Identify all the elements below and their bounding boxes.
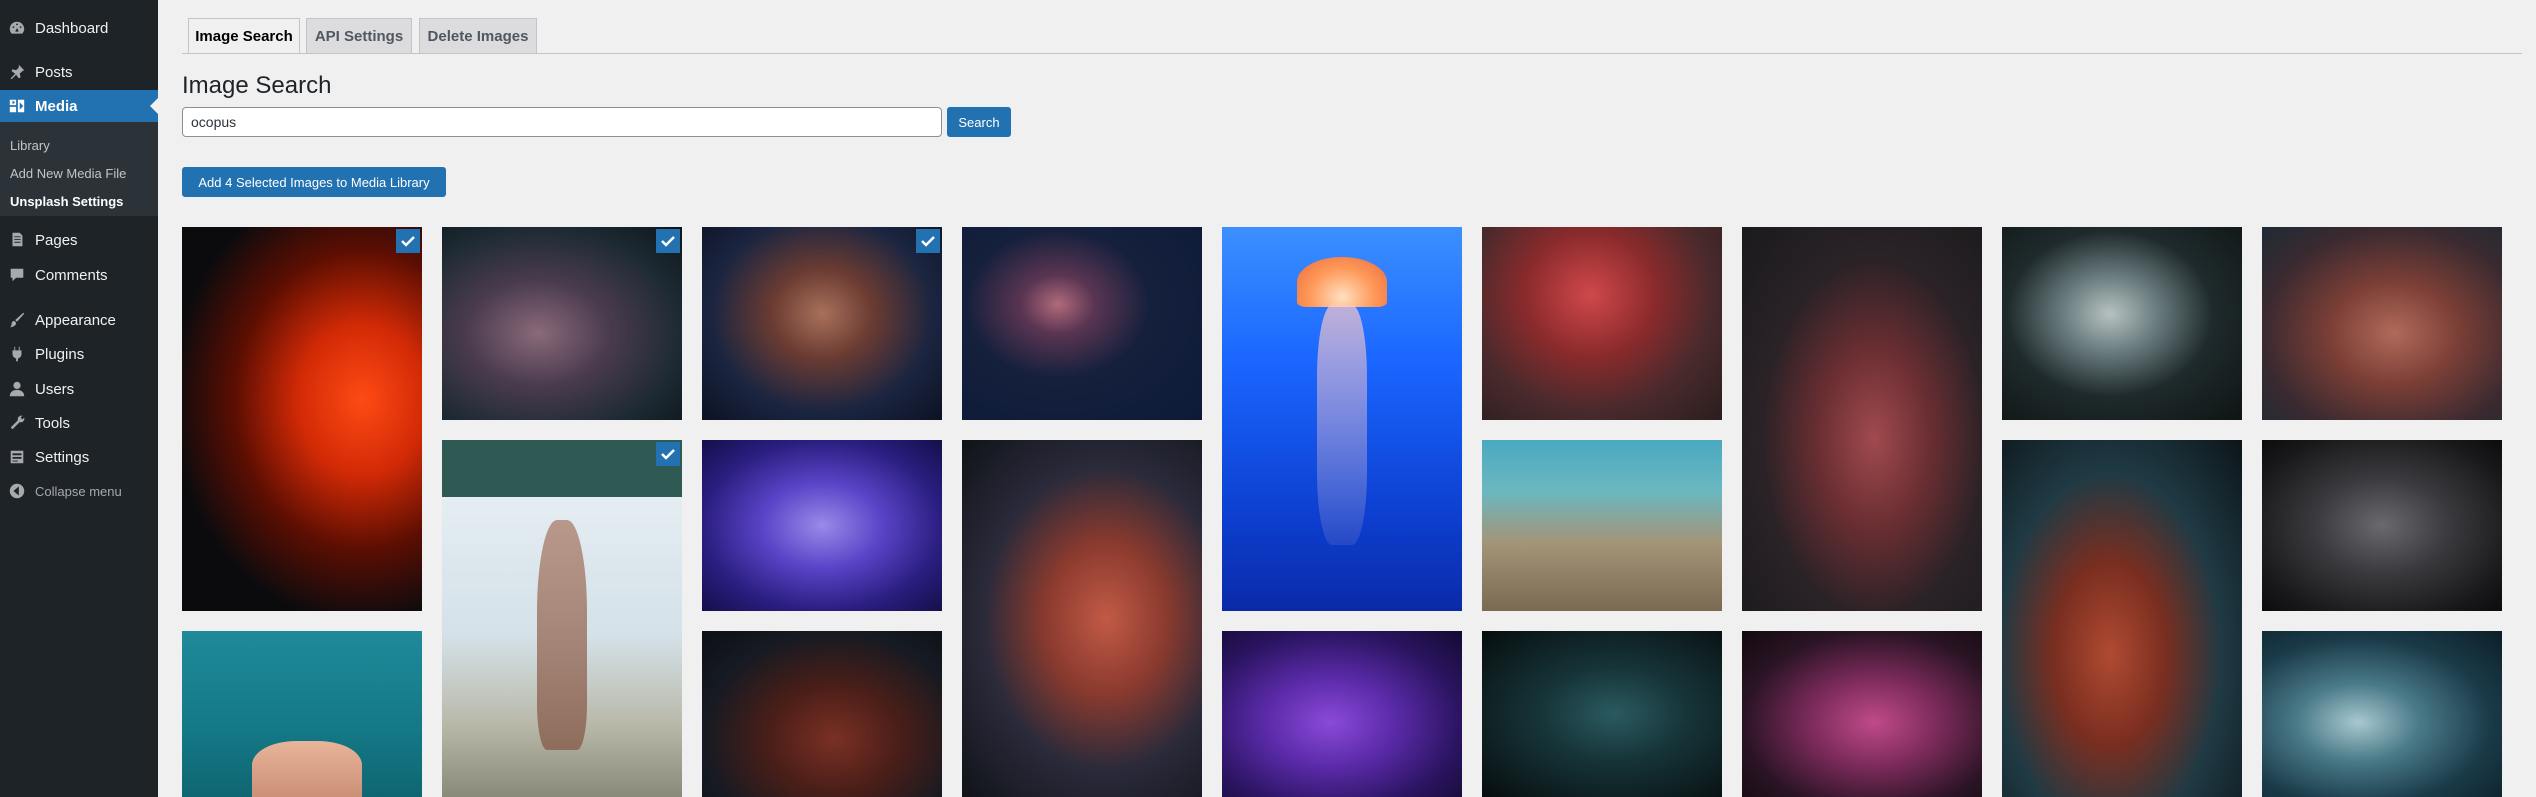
image-octopus-aquarium[interactable]: [702, 227, 942, 420]
media-icon: [7, 96, 27, 116]
image-octopus-dark-teal[interactable]: [1482, 631, 1722, 797]
page-title: Image Search: [182, 72, 332, 99]
menu-item-plugins[interactable]: Plugins: [0, 338, 158, 370]
submenu-add-new-media-file[interactable]: Add New Media File: [10, 166, 126, 181]
selected-check[interactable]: [916, 229, 940, 253]
selected-check[interactable]: [656, 442, 680, 466]
menu-label-comments: Comments: [35, 266, 108, 284]
menu-item-pages[interactable]: Pages: [0, 224, 158, 256]
tab-image-search[interactable]: Image Search: [188, 18, 300, 54]
menu-item-posts[interactable]: Posts: [0, 56, 158, 88]
user-icon: [7, 379, 27, 399]
image-octopus-reef[interactable]: [442, 227, 682, 420]
menu-label-settings: Settings: [35, 448, 90, 466]
image-red-octopus-tentacles[interactable]: [1482, 227, 1722, 420]
menu-label-dashboard: Dashboard: [35, 19, 109, 37]
menu-item-dashboard[interactable]: Dashboard: [0, 12, 158, 44]
menu-item-comments[interactable]: Comments: [0, 259, 158, 291]
pages-icon: [7, 230, 27, 250]
menu-item-settings[interactable]: Settings: [0, 441, 158, 473]
menu-label-appearance: Appearance: [35, 311, 116, 329]
plug-icon: [7, 344, 27, 364]
jellyfish-bell: [1297, 257, 1387, 307]
add-selected-images-button[interactable]: Add 4 Selected Images to Media Library: [182, 167, 446, 197]
hanging-octopus: [537, 520, 587, 750]
menu-item-media[interactable]: Media: [0, 90, 158, 122]
image-octopus-drying[interactable]: [442, 440, 682, 797]
collapse-menu-button[interactable]: Collapse menu: [0, 475, 158, 507]
search-input[interactable]: [182, 107, 942, 137]
image-octopus-coral[interactable]: [2262, 227, 2502, 420]
tab-delete-images[interactable]: Delete Images: [419, 18, 537, 54]
menu-item-appearance[interactable]: Appearance: [0, 304, 158, 336]
search-button[interactable]: Search: [947, 107, 1011, 137]
pin-icon: [7, 62, 27, 82]
image-octopus-shadow[interactable]: [702, 631, 942, 797]
menu-label-pages: Pages: [35, 231, 78, 249]
image-red-octopus-suckers[interactable]: [962, 440, 1202, 797]
menu-label-users: Users: [35, 380, 75, 398]
comment-icon: [7, 265, 27, 285]
collapse-arrow-icon: [7, 481, 27, 501]
menu-label-tools: Tools: [35, 414, 71, 432]
checkmark-icon: [921, 236, 935, 247]
admin-sidebar: Dashboard Posts Media Library Add New Me…: [0, 0, 158, 797]
collapse-menu-label: Collapse menu: [35, 483, 122, 499]
image-octopus-swimming[interactable]: [962, 227, 1202, 420]
selected-check[interactable]: [656, 229, 680, 253]
selected-check[interactable]: [396, 229, 420, 253]
settings-icon: [7, 447, 27, 467]
hand-shape: [252, 741, 362, 797]
menu-label-media: Media: [35, 97, 78, 115]
image-jellyfish[interactable]: [1222, 227, 1462, 611]
image-octopus-seafloor[interactable]: [1482, 440, 1722, 611]
checkmark-icon: [661, 236, 675, 247]
menu-label-plugins: Plugins: [35, 345, 85, 363]
jellyfish-tentacles: [1317, 305, 1367, 545]
brush-icon: [7, 310, 27, 330]
checkmark-icon: [401, 236, 415, 247]
image-octopus-dark-tall[interactable]: [1742, 227, 1982, 611]
dashboard-icon: [7, 18, 27, 38]
image-grey-tentacles[interactable]: [2262, 440, 2502, 611]
submenu-library[interactable]: Library: [10, 138, 50, 153]
image-violet-tentacles[interactable]: [1222, 631, 1462, 797]
wrench-icon: [7, 413, 27, 433]
image-octopus-white[interactable]: [2002, 227, 2242, 420]
tab-api-settings[interactable]: API Settings: [306, 18, 412, 54]
tab-divider: [182, 53, 2522, 54]
checkmark-icon: [661, 449, 675, 460]
menu-label-posts: Posts: [35, 63, 73, 81]
image-purple-tentacles[interactable]: [702, 440, 942, 611]
media-submenu: Library Add New Media File Unsplash Sett…: [0, 122, 158, 216]
image-octopus-curl[interactable]: [2262, 631, 2502, 797]
menu-item-tools[interactable]: Tools: [0, 407, 158, 439]
menu-item-users[interactable]: Users: [0, 373, 158, 405]
image-pink-octopus[interactable]: [1742, 631, 1982, 797]
image-red-octopus-teal-tall[interactable]: [2002, 440, 2242, 797]
submenu-unsplash-settings[interactable]: Unsplash Settings: [10, 194, 123, 209]
image-underwater-hand[interactable]: [182, 631, 422, 797]
image-red-octopus-tall[interactable]: [182, 227, 422, 611]
